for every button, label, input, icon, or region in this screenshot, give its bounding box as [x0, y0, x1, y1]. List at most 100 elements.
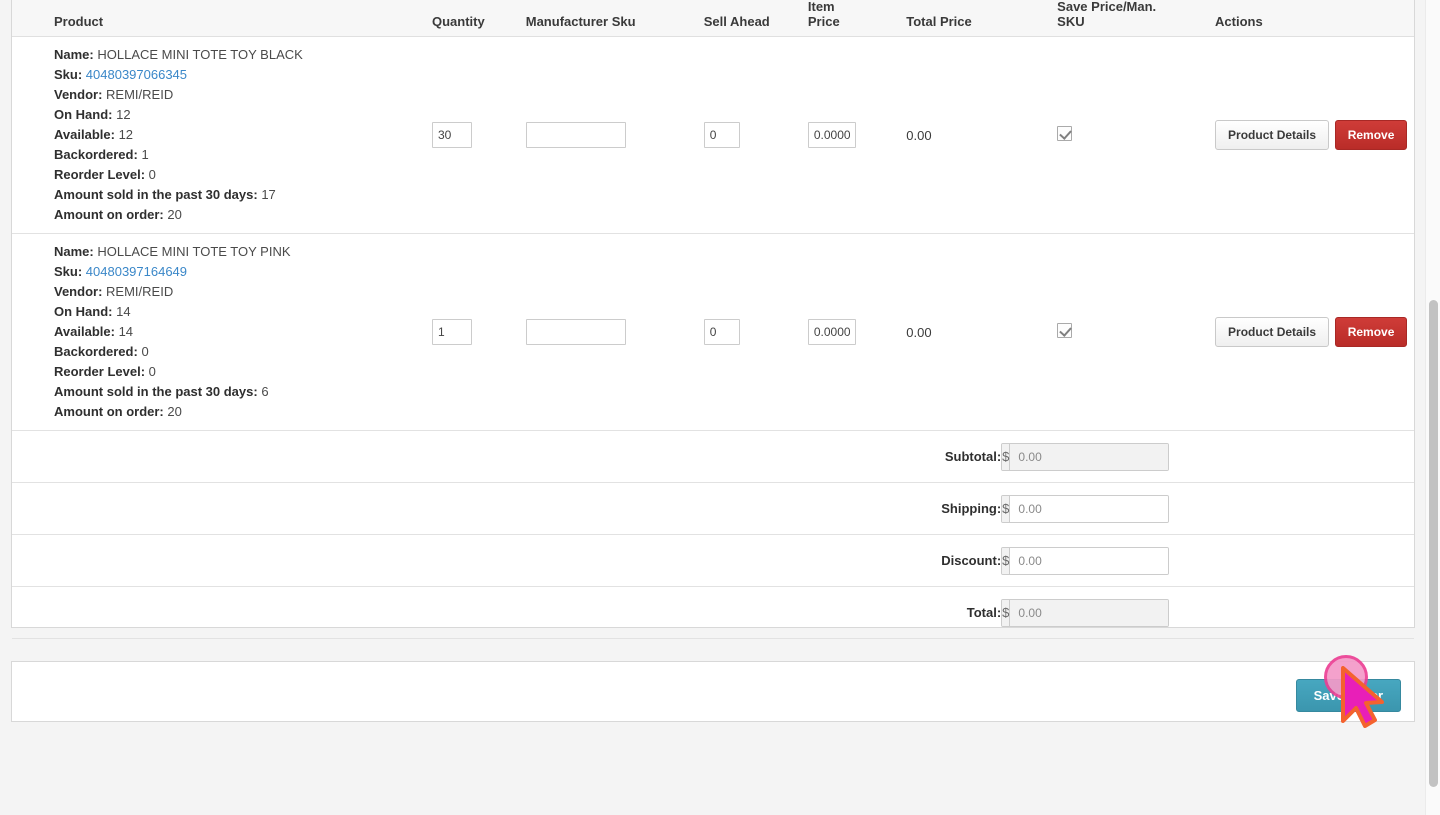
product-sku-link[interactable]: 40480397066345 [86, 67, 187, 82]
product-vendor-value: REMI/REID [106, 284, 174, 299]
quantity-cell [396, 233, 495, 431]
product-info-list: Name: HOLLACE MINI TOTE TOY PINK Sku: 40… [54, 242, 397, 422]
table-header: Product Quantity Manufacturer Sku Sell A… [12, 0, 1414, 37]
total-price-value: 0.00 [906, 127, 932, 143]
subtotal-value-cell: $ [1001, 430, 1414, 483]
product-name-line: Name: HOLLACE MINI TOTE TOY PINK [54, 242, 397, 262]
currency-symbol-icon: $ [1002, 495, 1011, 522]
quantity-input[interactable] [431, 122, 472, 148]
discount-value-cell: $ [1001, 534, 1414, 587]
currency-symbol-icon: $ [1002, 599, 1011, 626]
product-sold-30-line: Amount sold in the past 30 days: 6 [54, 382, 397, 402]
item-price-cell [779, 233, 864, 431]
product-available-value: 14 [118, 324, 134, 339]
save-price-cell [1001, 36, 1173, 234]
product-available-line: Available: 12 [54, 125, 397, 145]
product-sku-link[interactable]: 40480397164649 [86, 264, 187, 279]
product-name-line: Name: HOLLACE MINI TOTE TOY BLACK [54, 45, 397, 65]
manufacturer-sku-cell [494, 36, 671, 234]
subtotal-money-group: $ [1001, 442, 1170, 471]
item-price-cell [779, 36, 864, 234]
product-sold-30-line: Amount sold in the past 30 days: 17 [54, 185, 397, 205]
product-sold-30-value: 6 [261, 384, 269, 399]
save-price-cell [1001, 233, 1173, 431]
shipping-row: Shipping: $ [12, 482, 1414, 535]
manufacturer-sku-input[interactable] [525, 122, 626, 148]
product-info-cell: Name: HOLLACE MINI TOTE TOY PINK Sku: 40… [12, 233, 397, 431]
product-vendor-value: REMI/REID [106, 87, 174, 102]
product-on-hand-label: On Hand: [54, 107, 113, 122]
product-on-hand-line: On Hand: 14 [54, 302, 397, 322]
actions-group: Product Details Remove [1215, 120, 1414, 150]
column-header-quantity: Quantity [396, 0, 495, 37]
discount-row: Discount: $ [12, 534, 1414, 587]
product-on-order-value: 20 [167, 207, 182, 222]
discount-money-group: $ [1001, 546, 1170, 575]
shipping-value-cell: $ [1001, 482, 1414, 535]
item-price-input[interactable] [807, 319, 856, 345]
save-price-checkbox[interactable] [1057, 323, 1073, 338]
remove-button[interactable]: Remove [1334, 317, 1408, 347]
total-input [1010, 599, 1169, 626]
product-on-hand-line: On Hand: 12 [54, 105, 397, 125]
product-name-label: Name: [54, 47, 94, 62]
table-row: Name: HOLLACE MINI TOTE TOY PINK Sku: 40… [12, 233, 1414, 431]
product-available-line: Available: 14 [54, 322, 397, 342]
product-info-cell: Name: HOLLACE MINI TOTE TOY BLACK Sku: 4… [12, 36, 397, 234]
order-footer-panel: Save Order [11, 661, 1415, 722]
discount-input[interactable] [1010, 547, 1169, 574]
save-price-checkbox[interactable] [1057, 126, 1073, 141]
product-on-order-label: Amount on order: [54, 207, 164, 222]
product-backordered-label: Backordered: [54, 344, 138, 359]
subtotal-row: Subtotal: $ [12, 430, 1414, 483]
product-backordered-line: Backordered: 0 [54, 342, 397, 362]
product-backordered-value: 0 [141, 344, 149, 359]
subtotal-input [1010, 443, 1169, 470]
product-sold-30-value: 17 [261, 187, 276, 202]
vertical-scrollbar-thumb[interactable] [1429, 300, 1438, 787]
table-body: Name: HOLLACE MINI TOTE TOY BLACK Sku: 4… [12, 36, 1414, 639]
item-price-input[interactable] [807, 122, 856, 148]
product-available-value: 12 [118, 127, 134, 142]
product-sku-line: Sku: 40480397066345 [54, 65, 397, 85]
product-on-order-value: 20 [167, 404, 182, 419]
product-on-order-line: Amount on order: 20 [54, 205, 397, 225]
manufacturer-sku-input[interactable] [525, 319, 626, 345]
sell-ahead-cell [670, 36, 780, 234]
shipping-input[interactable] [1010, 495, 1169, 522]
product-details-button[interactable]: Product Details [1215, 317, 1330, 347]
product-backordered-value: 1 [141, 147, 149, 162]
table-header-row: Product Quantity Manufacturer Sku Sell A… [12, 0, 1414, 37]
product-sku-label: Sku: [54, 264, 83, 279]
total-row: Total: $ [12, 586, 1414, 639]
column-header-total-price: Total Price [863, 0, 1002, 37]
product-backordered-label: Backordered: [54, 147, 138, 162]
product-reorder-level-line: Reorder Level: 0 [54, 362, 397, 382]
save-order-button[interactable]: Save Order [1295, 679, 1401, 712]
product-on-order-label: Amount on order: [54, 404, 164, 419]
sell-ahead-input[interactable] [703, 122, 740, 148]
currency-symbol-icon: $ [1002, 443, 1011, 470]
quantity-input[interactable] [431, 319, 472, 345]
vertical-scrollbar[interactable] [1425, 0, 1440, 815]
total-price-cell: 0.00 [863, 233, 1002, 431]
sell-ahead-input[interactable] [703, 319, 740, 345]
shipping-money-group: $ [1001, 494, 1170, 523]
product-name-value: HOLLACE MINI TOTE TOY PINK [97, 244, 291, 259]
column-header-sell-ahead: Sell Ahead [670, 0, 780, 37]
product-vendor-label: Vendor: [54, 87, 103, 102]
actions-cell: Product Details Remove [1172, 36, 1414, 234]
remove-button[interactable]: Remove [1334, 120, 1408, 150]
currency-symbol-icon: $ [1002, 547, 1011, 574]
actions-cell: Product Details Remove [1172, 233, 1414, 431]
product-on-order-line: Amount on order: 20 [54, 402, 397, 422]
order-items-table: Product Quantity Manufacturer Sku Sell A… [12, 0, 1414, 639]
manufacturer-sku-cell [494, 233, 671, 431]
total-label: Total: [12, 586, 1002, 639]
shipping-label: Shipping: [12, 482, 1002, 535]
product-reorder-level-value: 0 [148, 364, 156, 379]
total-price-cell: 0.00 [863, 36, 1002, 234]
product-name-label: Name: [54, 244, 94, 259]
product-backordered-line: Backordered: 1 [54, 145, 397, 165]
product-details-button[interactable]: Product Details [1215, 120, 1330, 150]
